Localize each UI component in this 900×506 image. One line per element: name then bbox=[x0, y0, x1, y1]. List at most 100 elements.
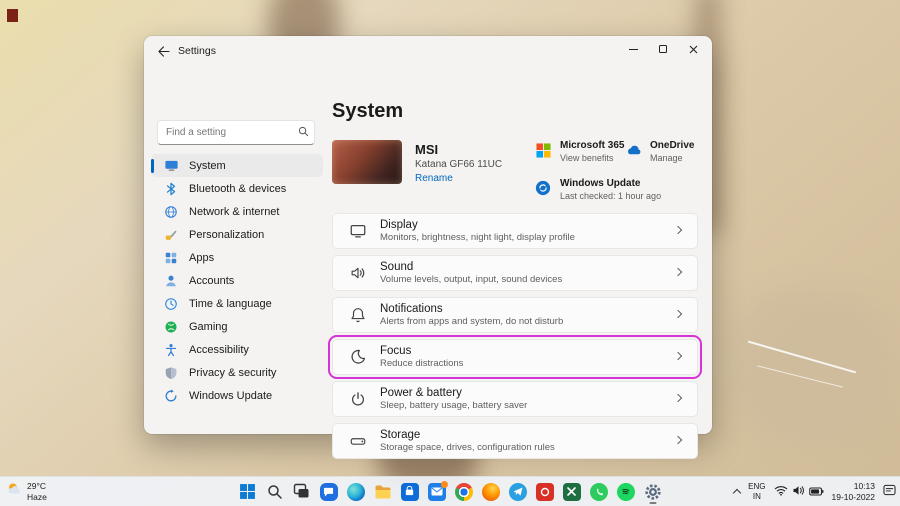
notification-center-icon[interactable] bbox=[883, 483, 896, 501]
chevron-right-icon bbox=[674, 226, 682, 234]
settings-card-power-battery[interactable]: Power & battery Sleep, battery usage, ba… bbox=[332, 381, 698, 417]
battery-icon bbox=[809, 483, 824, 501]
weather-icon bbox=[6, 481, 22, 502]
card-title: Notifications bbox=[380, 303, 563, 315]
minimize-button[interactable] bbox=[618, 37, 648, 61]
settings-gear-icon[interactable] bbox=[641, 480, 664, 503]
tray-overflow-chevron-icon[interactable] bbox=[733, 489, 741, 497]
system-tray: ENG IN 10:13 19-10-2022 bbox=[734, 477, 896, 506]
card-title: Storage bbox=[380, 429, 555, 441]
taskbar-search-icon[interactable] bbox=[263, 480, 286, 503]
sidebar-item-personalization[interactable]: Personalization bbox=[151, 223, 323, 246]
close-button[interactable] bbox=[678, 37, 708, 61]
sidebar-item-network-internet[interactable]: Network & internet bbox=[151, 200, 323, 223]
excel-app-icon[interactable] bbox=[560, 480, 583, 503]
person-icon bbox=[163, 273, 179, 289]
sidebar-item-label: Gaming bbox=[189, 321, 228, 333]
page-title: System bbox=[332, 100, 403, 123]
titlebar[interactable]: Settings bbox=[144, 36, 712, 66]
sidebar-item-time-language[interactable]: Time & language bbox=[151, 292, 323, 315]
sidebar-item-privacy-security[interactable]: Privacy & security bbox=[151, 361, 323, 384]
bluetooth-icon bbox=[163, 181, 179, 197]
sidebar-item-label: Accounts bbox=[189, 275, 234, 287]
settings-card-focus[interactable]: Focus Reduce distractions bbox=[332, 339, 698, 375]
telegram-app-icon[interactable] bbox=[506, 480, 529, 503]
power-icon bbox=[348, 389, 368, 409]
xbox-icon bbox=[163, 319, 179, 335]
weather-condition: Haze bbox=[27, 492, 47, 503]
clock-widget[interactable]: 10:13 19-10-2022 bbox=[832, 481, 875, 502]
quick-settings-button[interactable] bbox=[774, 483, 824, 501]
card-title: Display bbox=[380, 219, 575, 231]
card-subtitle: Monitors, brightness, night light, displ… bbox=[380, 232, 575, 243]
spotify-icon[interactable] bbox=[614, 480, 637, 503]
search-box[interactable] bbox=[157, 120, 315, 145]
quick-card-subtitle[interactable]: View benefits bbox=[560, 153, 624, 163]
language-indicator[interactable]: ENG IN bbox=[748, 482, 765, 502]
task-view-icon[interactable] bbox=[290, 480, 313, 503]
start-button[interactable] bbox=[236, 480, 259, 503]
chrome-browser-icon[interactable] bbox=[452, 480, 475, 503]
settings-card-sound[interactable]: Sound Volume levels, output, input, soun… bbox=[332, 255, 698, 291]
sidebar-item-label: Windows Update bbox=[189, 390, 272, 402]
sidebar-item-bluetooth-devices[interactable]: Bluetooth & devices bbox=[151, 177, 323, 200]
quick-card-microsoft-365[interactable]: Microsoft 365 View benefits bbox=[534, 140, 624, 163]
sidebar-item-gaming[interactable]: Gaming bbox=[151, 315, 323, 338]
card-title: Focus bbox=[380, 345, 463, 357]
update-refresh-icon bbox=[163, 388, 179, 404]
bell-icon bbox=[348, 305, 368, 325]
back-button[interactable] bbox=[155, 43, 171, 59]
search-icon bbox=[298, 124, 309, 142]
chevron-right-icon bbox=[674, 436, 682, 444]
card-title: Sound bbox=[380, 261, 562, 273]
sidebar-item-apps[interactable]: Apps bbox=[151, 246, 323, 269]
red-app-icon[interactable] bbox=[533, 480, 556, 503]
language-code: ENG bbox=[748, 482, 765, 492]
quick-card-onedrive[interactable]: OneDrive Manage bbox=[624, 140, 694, 163]
search-input[interactable] bbox=[166, 127, 298, 138]
chevron-right-icon bbox=[674, 352, 682, 360]
window-title: Settings bbox=[178, 45, 216, 57]
volume-icon bbox=[792, 483, 805, 501]
sidebar-item-windows-update[interactable]: Windows Update bbox=[151, 384, 323, 407]
system-icon bbox=[163, 158, 179, 174]
device-model: Katana GF66 11UC bbox=[415, 159, 502, 170]
quick-card-subtitle: Last checked: 1 hour ago bbox=[560, 191, 661, 201]
display-icon bbox=[348, 221, 368, 241]
chevron-right-icon bbox=[674, 394, 682, 402]
wallpaper-art bbox=[730, 290, 890, 440]
firefox-browser-icon[interactable] bbox=[479, 480, 502, 503]
mail-app-icon[interactable] bbox=[425, 480, 448, 503]
chevron-right-icon bbox=[674, 310, 682, 318]
card-title: Power & battery bbox=[380, 387, 527, 399]
sidebar-item-accessibility[interactable]: Accessibility bbox=[151, 338, 323, 361]
quick-card-subtitle[interactable]: Manage bbox=[650, 153, 694, 163]
wifi-icon bbox=[774, 483, 788, 501]
edge-browser-icon[interactable] bbox=[344, 480, 367, 503]
weather-widget[interactable]: 29°C Haze bbox=[6, 477, 47, 506]
quick-card-title: Windows Update bbox=[560, 178, 661, 189]
microsoft-store-icon[interactable] bbox=[398, 480, 421, 503]
main-content: System MSI Katana GF66 11UC Rename Micro… bbox=[332, 66, 712, 434]
file-explorer-icon[interactable] bbox=[371, 480, 394, 503]
maximize-button[interactable] bbox=[648, 37, 678, 61]
sidebar-item-label: Bluetooth & devices bbox=[189, 183, 286, 195]
rename-link[interactable]: Rename bbox=[415, 173, 453, 184]
sidebar-item-system[interactable]: System bbox=[151, 154, 323, 177]
taskbar-center bbox=[236, 477, 664, 506]
sidebar-item-label: Network & internet bbox=[189, 206, 279, 218]
tray-time: 10:13 bbox=[832, 481, 875, 492]
wallpaper-sword-line bbox=[748, 341, 856, 374]
quick-card-title: OneDrive bbox=[650, 140, 694, 151]
whatsapp-icon[interactable] bbox=[587, 480, 610, 503]
settings-card-storage[interactable]: Storage Storage space, drives, configura… bbox=[332, 423, 698, 459]
sidebar-item-label: Accessibility bbox=[189, 344, 249, 356]
settings-card-notifications[interactable]: Notifications Alerts from apps and syste… bbox=[332, 297, 698, 333]
chat-app-icon[interactable] bbox=[317, 480, 340, 503]
shield-icon bbox=[163, 365, 179, 381]
sidebar-item-accounts[interactable]: Accounts bbox=[151, 269, 323, 292]
taskbar: 29°C Haze bbox=[0, 476, 900, 506]
settings-card-display[interactable]: Display Monitors, brightness, night ligh… bbox=[332, 213, 698, 249]
quick-card-windows-update[interactable]: Windows Update Last checked: 1 hour ago bbox=[534, 178, 661, 201]
sidebar-item-label: Time & language bbox=[189, 298, 272, 310]
